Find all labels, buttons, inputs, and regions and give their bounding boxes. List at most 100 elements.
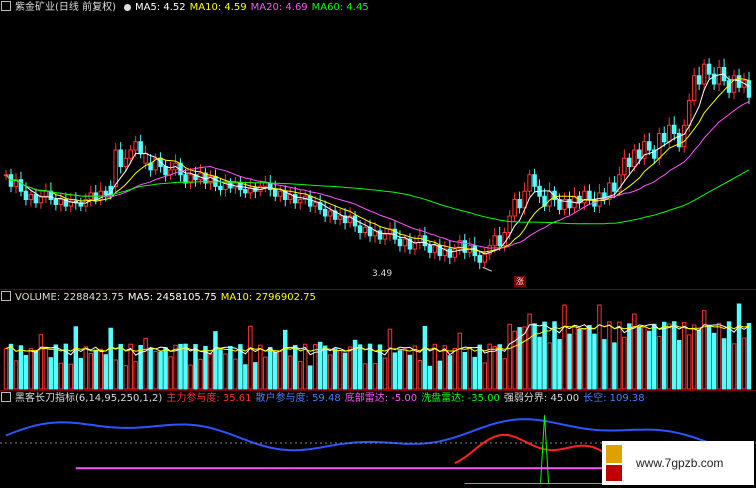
volume-bar	[427, 365, 433, 390]
candle-body	[582, 190, 587, 204]
volume-bar	[497, 344, 502, 390]
volume-bar	[402, 348, 408, 390]
candle-body	[532, 174, 537, 187]
volume-bar	[198, 358, 203, 390]
volume-bar	[666, 323, 672, 390]
collapse-icon[interactable]	[1, 291, 11, 301]
candle-body	[123, 157, 128, 167]
ma-label-3: MA60: 4.45	[311, 2, 369, 13]
volume-bar	[731, 343, 737, 390]
candle-body	[547, 190, 552, 207]
collapse-icon[interactable]	[1, 392, 11, 402]
volume-bar	[711, 332, 717, 390]
volume-bar	[617, 321, 622, 390]
candle-body	[587, 190, 592, 200]
volume-bar	[78, 358, 84, 390]
volume-bar	[8, 343, 14, 390]
volume-bar	[23, 354, 29, 390]
site-watermark: www.7gpzb.com	[602, 441, 754, 485]
volume-bar	[736, 303, 742, 390]
volume-bar	[253, 362, 258, 390]
candle-body	[627, 157, 632, 167]
candle-body	[312, 202, 318, 207]
volume-bar	[417, 360, 423, 390]
volume-bar	[686, 334, 692, 390]
volume-bar	[337, 349, 343, 390]
ma-label-2: MA20: 4.69	[250, 2, 308, 13]
volume-bar	[128, 343, 133, 390]
volume-bar	[457, 332, 463, 390]
volume-bar	[38, 334, 44, 390]
candle-body	[567, 199, 572, 209]
candle-body	[58, 199, 64, 205]
candle-body	[447, 248, 453, 258]
indicator-legend: 黑客长刀指标(6,14,95,250,1,2) 主力参与度: 35.61 散户参与度…	[0, 392, 653, 406]
settings-dot-icon[interactable]	[123, 4, 131, 11]
volume-bar	[681, 322, 687, 390]
volume-bar	[108, 327, 113, 390]
volume-bar	[258, 344, 263, 390]
volume-bar	[507, 323, 512, 390]
volume-bar	[218, 349, 223, 390]
volume-bar	[642, 327, 647, 390]
volume-bar	[28, 348, 34, 390]
volume-bar	[148, 347, 153, 390]
volume-bar	[746, 322, 752, 390]
volume-bar	[597, 304, 602, 390]
candle-body	[696, 75, 702, 85]
volume-bar	[572, 325, 577, 390]
volume-bar	[592, 333, 597, 390]
volume-bar	[477, 344, 482, 390]
volume-bar	[442, 345, 448, 390]
volume-bar	[372, 363, 378, 390]
volume-bar	[33, 350, 39, 390]
volume-bar	[213, 331, 218, 390]
candle-body	[218, 185, 223, 191]
volume-bar	[208, 353, 213, 390]
indicator-label-4: 洗盘雷达: -35.00	[421, 393, 500, 404]
volume-bar	[676, 339, 682, 390]
candle-body	[53, 199, 59, 205]
volume-bar	[347, 346, 353, 390]
volume-bar	[88, 352, 94, 390]
volume-bar	[73, 326, 79, 390]
volume-bar	[577, 328, 582, 390]
volume-panel[interactable]: VOLUME: 2288423.75 MA5: 2458105.75 MA10: 2…	[0, 289, 756, 390]
volume-bar	[18, 345, 24, 390]
candle-body	[497, 235, 502, 247]
price-panel[interactable]: 紫金矿业(日线 前复权) MA5: 4.52 MA10: 4.59 MA20: 4.6…	[0, 0, 756, 288]
candle-body	[527, 174, 532, 192]
volume-bar	[582, 328, 587, 390]
candle-body	[118, 149, 123, 167]
volume-bar	[327, 354, 333, 390]
volume-bar	[118, 343, 123, 390]
volume-bar	[567, 333, 572, 390]
volume-bar	[377, 344, 383, 390]
volume-bar	[103, 354, 108, 390]
candle-body	[268, 182, 273, 191]
volume-bar	[53, 344, 59, 390]
candle-body	[622, 157, 627, 176]
candle-body	[273, 189, 278, 197]
candle-body	[402, 238, 408, 247]
volume-bar	[422, 325, 428, 390]
candle-body	[138, 141, 143, 154]
volume-bar	[263, 356, 268, 390]
volume-bar	[447, 355, 453, 390]
volume-bar	[143, 337, 148, 390]
volume-bar	[243, 364, 248, 390]
volume-bar	[482, 362, 487, 390]
volume-bar	[307, 365, 313, 390]
indicator-label-2: 散户参与度: 59.48	[255, 393, 341, 404]
candlestick-chart[interactable]	[0, 0, 756, 288]
volume-bar	[68, 363, 74, 390]
volume-bar	[362, 363, 368, 390]
volume-bar	[43, 346, 49, 390]
volume-bar	[302, 343, 308, 390]
volume-bar	[522, 326, 527, 390]
volume-chart[interactable]	[0, 290, 756, 390]
volume-bar	[612, 342, 617, 390]
collapse-icon[interactable]	[1, 1, 11, 11]
volume-bar	[462, 351, 468, 390]
candle-body	[612, 182, 617, 192]
